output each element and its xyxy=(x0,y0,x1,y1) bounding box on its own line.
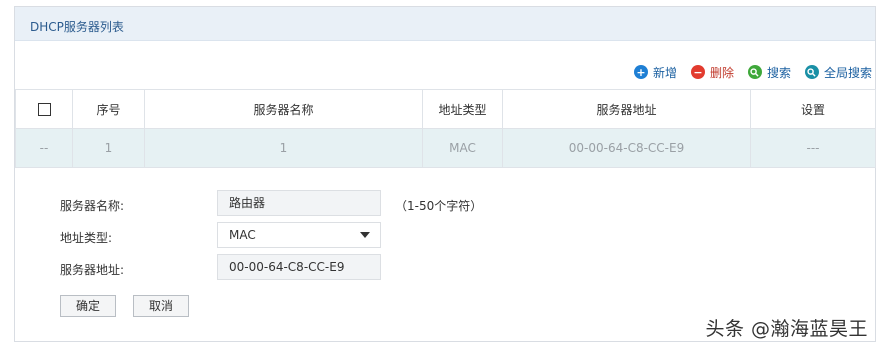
row-index-cell: 1 xyxy=(72,128,145,168)
header-select-all[interactable] xyxy=(15,89,73,129)
add-button[interactable]: + 新增 xyxy=(633,64,677,81)
row-check-cell: -- xyxy=(15,128,73,168)
panel-title: DHCP服务器列表 xyxy=(30,20,124,34)
header-index: 序号 xyxy=(72,89,145,129)
server-table: 序号 服务器名称 地址类型 服务器地址 设置 -- 1 1 MAC 00-00-… xyxy=(15,89,876,168)
header-server-address: 服务器地址 xyxy=(502,89,751,129)
address-type-select[interactable]: MAC xyxy=(217,222,381,248)
server-name-hint: （1-50个字符） xyxy=(395,199,483,213)
header-server-name: 服务器名称 xyxy=(144,89,423,129)
panel-header: DHCP服务器列表 xyxy=(15,7,875,41)
delete-button-label: 删除 xyxy=(709,65,734,80)
chevron-down-icon xyxy=(360,232,370,238)
row-name-cell: 1 xyxy=(144,128,423,168)
global-search-button-label: 全局搜索 xyxy=(823,65,872,80)
dhcp-server-panel: DHCP服务器列表 + 新增 − 删除 搜索 全局搜索 序号 服务器名称 地址类… xyxy=(14,6,876,342)
minus-circle-icon: − xyxy=(690,65,705,79)
table-header-row: 序号 服务器名称 地址类型 服务器地址 设置 xyxy=(15,89,876,129)
server-name-input[interactable]: 路由器 xyxy=(217,190,381,216)
toolbar: + 新增 − 删除 搜索 全局搜索 xyxy=(620,63,872,81)
select-all-checkbox[interactable] xyxy=(37,103,51,116)
server-name-label: 服务器名称: xyxy=(60,199,125,213)
search-icon xyxy=(747,65,762,79)
search-button[interactable]: 搜索 xyxy=(747,64,791,81)
address-type-value: MAC xyxy=(229,228,256,242)
header-settings: 设置 xyxy=(750,89,876,129)
server-address-input[interactable]: 00-00-64-C8-CC-E9 xyxy=(217,254,381,280)
header-address-type: 地址类型 xyxy=(422,89,503,129)
row-settings-cell: --- xyxy=(750,128,876,168)
address-type-label: 地址类型: xyxy=(60,231,113,245)
plus-circle-icon: + xyxy=(633,65,648,79)
confirm-button[interactable]: 确定 xyxy=(60,295,116,317)
server-address-label: 服务器地址: xyxy=(60,263,125,277)
global-search-icon xyxy=(804,65,819,79)
add-button-label: 新增 xyxy=(652,65,677,80)
row-type-cell: MAC xyxy=(422,128,503,168)
row-address-cell: 00-00-64-C8-CC-E9 xyxy=(502,128,751,168)
search-button-label: 搜索 xyxy=(766,65,791,80)
watermark-text: 头条 @瀚海蓝昊王 xyxy=(705,318,868,340)
global-search-button[interactable]: 全局搜索 xyxy=(804,64,872,81)
table-row[interactable]: -- 1 1 MAC 00-00-64-C8-CC-E9 --- xyxy=(15,128,876,168)
cancel-button[interactable]: 取消 xyxy=(133,295,189,317)
delete-button[interactable]: − 删除 xyxy=(690,64,734,81)
